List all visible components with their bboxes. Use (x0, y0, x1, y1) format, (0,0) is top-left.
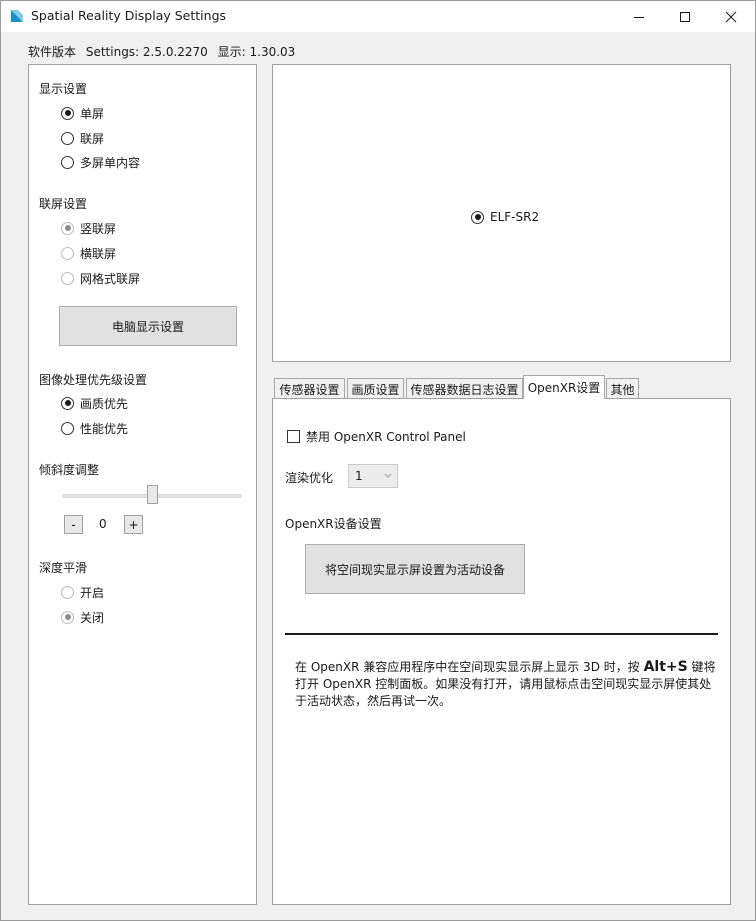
radio-label: 竖联屏 (80, 221, 117, 236)
divider (285, 633, 718, 635)
device-preview-panel: ELF-SR2 (272, 64, 731, 362)
set-active-device-button[interactable]: 将空间现实显示屏设置为活动设备 (305, 544, 525, 594)
radio-performance-priority[interactable]: 性能优先 (61, 420, 128, 436)
openxr-device-settings-label: OpenXR设备设置 (285, 517, 382, 531)
tiled-settings-label: 联屏设置 (39, 197, 88, 211)
tab-image-quality[interactable]: 画质设置 (347, 378, 404, 399)
left-settings-panel: 显示设置 单屏 联屏 多屏单内容 联屏设置 竖联屏 横联屏 网格式联屏 电脑显示… (28, 64, 257, 905)
checkbox-indicator[interactable] (287, 430, 300, 443)
select-value: 1 (355, 469, 363, 483)
radio-label: 性能优先 (80, 421, 129, 436)
shortcut-keys: Alt+S (643, 659, 688, 675)
version-info: 软件版本 Settings: 2.5.0.2270 显示: 1.30.03 (28, 43, 297, 60)
radio-indicator[interactable] (61, 221, 74, 235)
radio-indicator[interactable] (61, 131, 74, 145)
maximize-icon (680, 11, 690, 22)
app-window: Spatial Reality Display Settings 软件版本 Se… (0, 0, 756, 921)
radio-label: 联屏 (80, 131, 105, 146)
radio-horizontal-tiled[interactable]: 横联屏 (61, 245, 116, 261)
openxr-settings-panel: 禁用 OpenXR Control Panel 渲染优化 1 OpenXR设备设… (272, 398, 731, 905)
radio-label: 单屏 (80, 106, 105, 121)
tilt-slider-thumb[interactable] (147, 485, 158, 504)
radio-indicator[interactable] (61, 271, 74, 285)
radio-label: 关闭 (80, 610, 105, 625)
radio-indicator[interactable] (61, 155, 74, 169)
tab-sensor-settings[interactable]: 传感器设置 (274, 378, 345, 399)
tab-openxr-settings[interactable]: OpenXR设置 (523, 375, 605, 399)
tab-other[interactable]: 其他 (606, 378, 639, 399)
window-title: Spatial Reality Display Settings (31, 8, 227, 23)
radio-tiled-screen[interactable]: 联屏 (61, 130, 104, 146)
render-optimization-select[interactable]: 1 (348, 464, 398, 488)
disable-openxr-panel-checkbox[interactable]: 禁用 OpenXR Control Panel (287, 428, 466, 445)
tilt-value: 0 (99, 517, 107, 531)
version-label: 软件版本 (28, 45, 77, 59)
radio-quality-priority[interactable]: 画质优先 (61, 395, 128, 411)
radio-depth-off[interactable]: 关闭 (61, 609, 104, 625)
radio-indicator[interactable] (61, 106, 74, 120)
settings-version: Settings: 2.5.0.2270 (85, 45, 208, 59)
radio-vertical-tiled[interactable]: 竖联屏 (61, 220, 116, 236)
radio-label: 多屏单内容 (80, 155, 141, 170)
close-icon (725, 11, 737, 22)
chevron-down-icon (384, 473, 392, 478)
minimize-icon (634, 16, 644, 18)
render-optimization-label: 渲染优化 (285, 471, 334, 485)
image-priority-label: 图像处理优先级设置 (39, 373, 148, 387)
tilt-increment-button[interactable]: + (124, 515, 143, 534)
radio-indicator[interactable] (61, 421, 74, 435)
radio-indicator[interactable] (61, 610, 74, 624)
radio-label: 开启 (80, 585, 105, 600)
tilt-decrement-button[interactable]: - (64, 515, 83, 534)
radio-depth-on[interactable]: 开启 (61, 584, 104, 600)
minimize-button[interactable] (616, 1, 662, 32)
tab-sensor-log[interactable]: 传感器数据日志设置 (406, 378, 523, 399)
checkbox-label: 禁用 OpenXR Control Panel (306, 430, 466, 444)
openxr-info-text: 在 OpenXR 兼容应用程序中在空间现实显示屏上显示 3D 时，按 Alt+S… (295, 659, 720, 710)
depth-smoothing-label: 深度平滑 (39, 561, 88, 575)
radio-indicator[interactable] (61, 396, 74, 410)
pc-display-settings-button[interactable]: 电脑显示设置 (59, 306, 237, 346)
radio-indicator[interactable] (61, 585, 74, 599)
radio-indicator[interactable] (471, 210, 484, 224)
radio-indicator[interactable] (61, 246, 74, 260)
radio-label: 横联屏 (80, 246, 117, 261)
info-text-part1: 在 OpenXR 兼容应用程序中在空间现实显示屏上显示 3D 时，按 (295, 660, 644, 674)
display-settings-label: 显示设置 (39, 82, 88, 96)
radio-grid-tiled[interactable]: 网格式联屏 (61, 270, 140, 286)
radio-label: 画质优先 (80, 396, 129, 411)
title-bar[interactable]: Spatial Reality Display Settings (1, 1, 755, 32)
tilt-label: 倾斜度调整 (39, 463, 100, 477)
maximize-button[interactable] (662, 1, 708, 32)
device-label: ELF-SR2 (490, 210, 540, 224)
display-version: 显示: 1.30.03 (217, 45, 296, 59)
radio-label: 网格式联屏 (80, 271, 141, 286)
device-radio-elf-sr2[interactable]: ELF-SR2 (471, 210, 539, 224)
app-icon (10, 9, 24, 23)
close-button[interactable] (708, 1, 754, 32)
radio-single-screen[interactable]: 单屏 (61, 105, 104, 121)
radio-multi-screen-single-content[interactable]: 多屏单内容 (61, 154, 140, 170)
